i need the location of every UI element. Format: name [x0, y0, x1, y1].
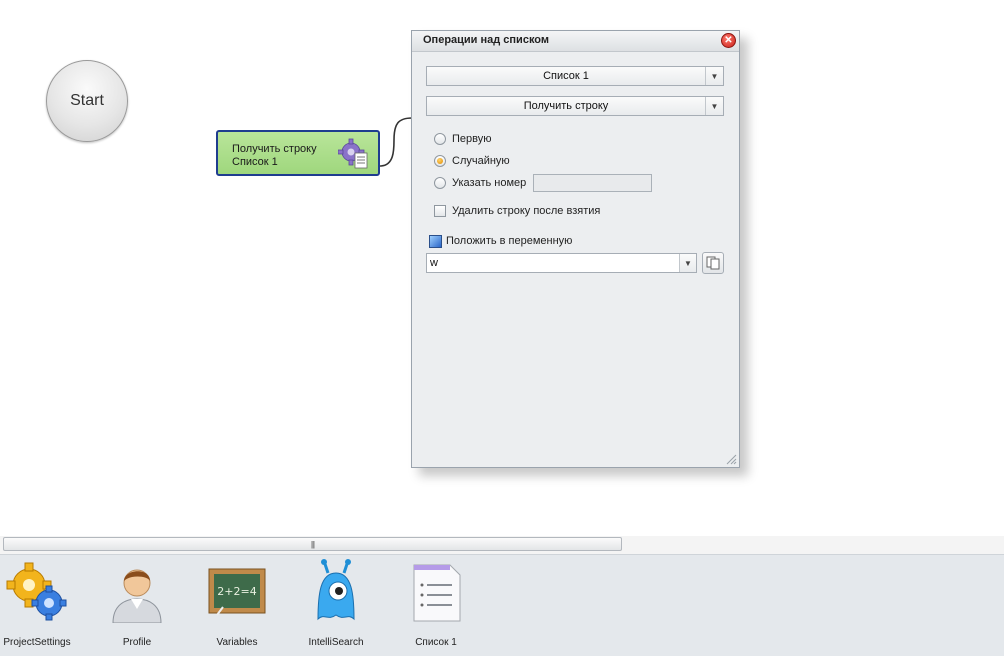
toolbar-label-list-1: Список 1 — [415, 637, 457, 648]
radio-first[interactable]: Первую — [434, 131, 492, 147]
radio-specify-number[interactable]: Указать номер — [434, 175, 526, 191]
workflow-canvas[interactable]: Start Получить строку Список 1 Операции … — [0, 0, 1004, 536]
blue-monster-icon — [317, 559, 355, 621]
line-number-input[interactable] — [533, 174, 652, 192]
chevron-down-icon[interactable]: ▼ — [705, 67, 723, 85]
chevron-down-icon[interactable]: ▼ — [679, 254, 696, 272]
variable-combo[interactable]: w ▼ — [426, 253, 697, 273]
toolbar-item-intellisearch[interactable]: IntelliSearch — [296, 559, 376, 651]
chevron-down-icon[interactable]: ▼ — [705, 97, 723, 115]
toolbar-item-list-1[interactable]: Список 1 — [396, 559, 476, 651]
operation-select[interactable]: Получить строку ▼ — [426, 96, 724, 116]
put-to-variable-option[interactable]: Положить в переменную — [429, 233, 572, 249]
radio-button[interactable] — [434, 177, 446, 189]
radio-button-selected[interactable] — [434, 155, 446, 167]
start-node[interactable]: Start — [46, 60, 128, 142]
dialog-title-bar[interactable]: Операции над списком ✕ — [412, 31, 739, 52]
close-icon[interactable]: ✕ — [721, 33, 736, 48]
horizontal-scrollbar[interactable]: ||| — [0, 536, 1004, 554]
bottom-toolbar: ProjectSettings Profile 2+2=4 Variables — [0, 554, 1004, 656]
put-to-variable-label: Положить в переменную — [446, 235, 573, 247]
action-node-get-string[interactable]: Получить строку Список 1 — [216, 130, 380, 176]
toolbar-item-variables[interactable]: 2+2=4 Variables — [197, 559, 277, 651]
action-node-title: Получить строку — [232, 143, 317, 155]
list-document-icon — [413, 564, 461, 622]
toolbar-item-project-settings[interactable]: ProjectSettings — [0, 559, 77, 651]
radio-specify-number-label: Указать номер — [452, 177, 527, 189]
node-connector — [380, 117, 413, 167]
toolbar-label-profile: Profile — [122, 637, 152, 648]
scrollbar-grip: ||| — [310, 539, 315, 549]
gears-icon — [6, 562, 67, 621]
toolbar-item-profile[interactable]: Profile — [97, 559, 177, 651]
person-icon — [112, 569, 162, 623]
dialog-title: Операции над списком — [423, 34, 550, 46]
list-select[interactable]: Список 1 ▼ — [426, 66, 724, 86]
toolbar-label-project-settings: ProjectSettings — [3, 637, 71, 648]
list-select-value: Список 1 — [543, 70, 589, 82]
radio-random-label: Случайную — [452, 155, 510, 167]
resize-grip-icon[interactable] — [725, 453, 737, 465]
delete-after-take-option[interactable]: Удалить строку после взятия — [434, 203, 600, 219]
delete-after-take-checkbox[interactable] — [434, 205, 446, 217]
chalkboard-text: 2+2=4 — [217, 585, 256, 598]
delete-after-take-label: Удалить строку после взятия — [452, 205, 601, 217]
toolbar-label-intellisearch: IntelliSearch — [308, 637, 364, 648]
toolbar-label-variables: Variables — [216, 637, 258, 648]
radio-random[interactable]: Случайную — [434, 153, 510, 169]
radio-first-label: Первую — [452, 133, 492, 145]
variable-toggle-icon[interactable] — [429, 234, 442, 248]
gear-document-icon — [338, 138, 368, 169]
action-node-subtitle: Список 1 — [232, 156, 278, 168]
operation-select-value: Получить строку — [523, 100, 609, 112]
variable-value: w — [430, 257, 438, 269]
copy-icon — [706, 256, 720, 270]
start-label: Start — [70, 92, 104, 109]
chalkboard-icon: 2+2=4 — [208, 568, 266, 616]
copy-button[interactable] — [702, 252, 724, 274]
scrollbar-thumb[interactable]: ||| — [3, 537, 622, 551]
radio-button[interactable] — [434, 133, 446, 145]
list-operations-dialog: Операции над списком ✕ Список 1 ▼ Получи… — [411, 30, 740, 468]
